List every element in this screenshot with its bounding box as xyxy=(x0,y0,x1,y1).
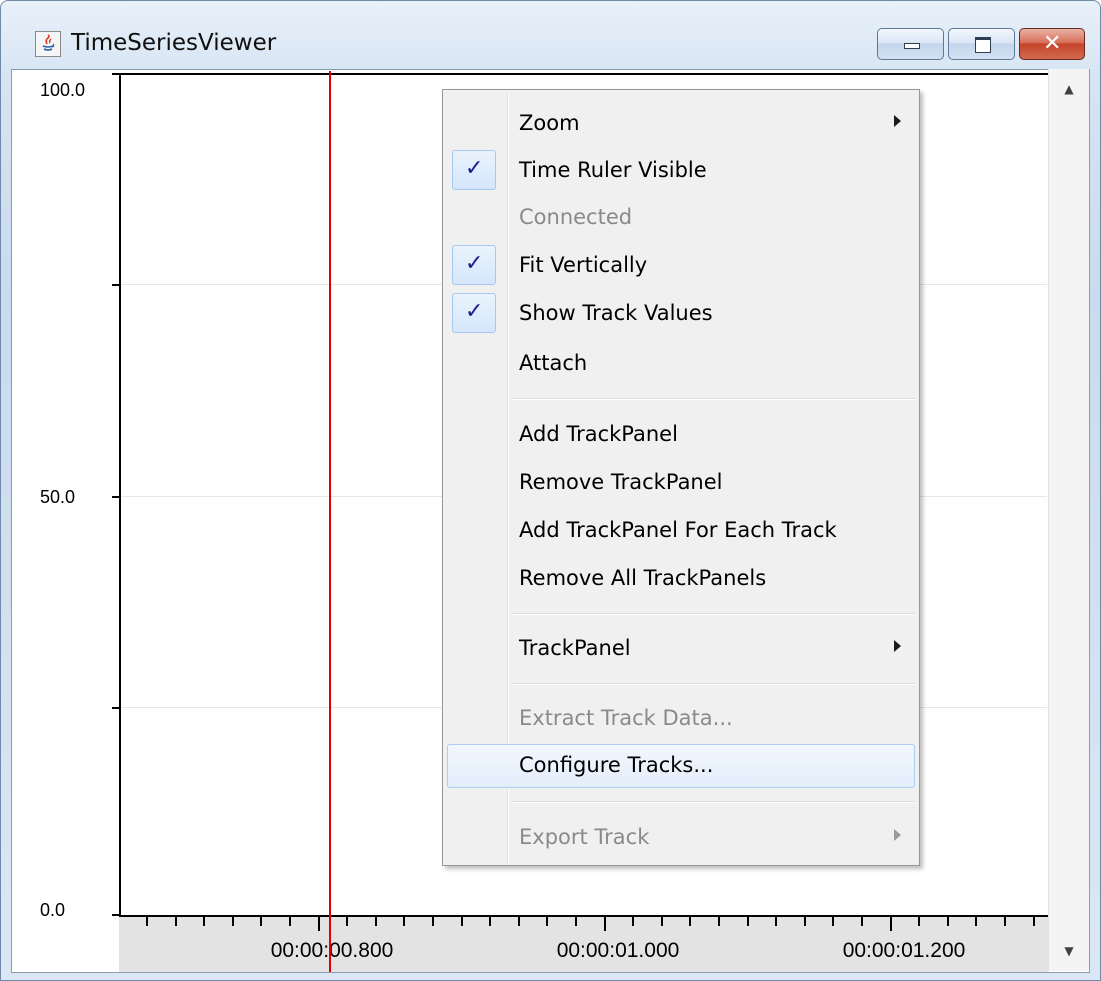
menu-item-label: Connected xyxy=(519,205,633,229)
menu-item-label: Attach xyxy=(519,351,588,375)
menu-item-label: Fit Vertically xyxy=(519,253,648,277)
menu-separator xyxy=(511,683,915,685)
time-ruler-tick xyxy=(203,917,205,926)
time-ruler-label: 00:00:00.800 xyxy=(270,939,394,962)
close-button[interactable]: ✕ xyxy=(1019,28,1085,60)
menu-item-label: Remove All TrackPanels xyxy=(519,566,767,590)
submenu-arrow-icon xyxy=(894,640,901,652)
time-ruler-tick xyxy=(375,917,377,926)
minimize-button[interactable] xyxy=(877,28,944,60)
time-ruler-tick xyxy=(804,917,806,926)
time-ruler-tick xyxy=(260,917,262,926)
menu-item-time-ruler-visible[interactable]: ✓ Time Ruler Visible xyxy=(447,149,915,193)
x-axis xyxy=(119,915,1048,917)
time-ruler-tick xyxy=(489,917,491,926)
time-ruler-tick xyxy=(546,917,548,926)
menu-item-configure-tracks[interactable]: Configure Tracks... xyxy=(447,744,915,788)
time-ruler-tick xyxy=(918,917,920,926)
time-ruler-tick xyxy=(689,917,691,926)
menu-item-connected: Connected xyxy=(447,196,915,240)
menu-item-label: Export Track xyxy=(519,825,650,849)
menu-item-label: Zoom xyxy=(519,111,580,135)
time-ruler-tick xyxy=(975,917,977,926)
y-tick-label: 100.0 xyxy=(40,80,86,100)
menu-item-show-track-values[interactable]: ✓ Show Track Values xyxy=(447,292,915,336)
y-tick xyxy=(112,707,120,709)
time-ruler-tick xyxy=(403,917,405,926)
menu-item-add-trackpanel[interactable]: Add TrackPanel xyxy=(447,413,915,457)
time-cursor-line[interactable] xyxy=(329,71,331,972)
plot-top-border xyxy=(119,73,1048,75)
checkmark-icon: ✓ xyxy=(452,150,496,190)
menu-item-remove-all-trackpanels[interactable]: Remove All TrackPanels xyxy=(447,557,915,601)
time-ruler-tick xyxy=(747,917,749,926)
maximize-icon xyxy=(975,37,991,53)
time-ruler-tick xyxy=(346,917,348,926)
menu-item-label: TrackPanel xyxy=(519,636,631,660)
menu-item-remove-trackpanel[interactable]: Remove TrackPanel xyxy=(447,461,915,505)
scroll-up-arrow-icon[interactable]: ▲ xyxy=(1049,69,1089,109)
y-tick xyxy=(112,284,120,286)
menu-item-export-track: Export Track xyxy=(447,816,915,860)
minimize-icon xyxy=(904,43,920,49)
time-ruler-tick xyxy=(461,917,463,926)
menu-item-label: Add TrackPanel xyxy=(519,422,678,446)
menu-item-fit-vertically[interactable]: ✓ Fit Vertically xyxy=(447,244,915,288)
time-ruler-label: 00:00:01.000 xyxy=(556,939,680,962)
menu-item-add-trackpanel-for-each-track[interactable]: Add TrackPanel For Each Track xyxy=(447,509,915,553)
menu-item-label: Extract Track Data... xyxy=(519,706,733,730)
menu-item-label: Configure Tracks... xyxy=(519,753,714,777)
submenu-arrow-icon xyxy=(894,829,901,841)
time-ruler-tick xyxy=(232,917,234,926)
menu-item-zoom[interactable]: Zoom xyxy=(447,102,915,146)
time-ruler-tick xyxy=(861,917,863,926)
window-title: TimeSeriesViewer xyxy=(71,30,277,56)
time-ruler-tick xyxy=(775,917,777,926)
y-tick-label: 50.0 xyxy=(40,487,76,507)
time-ruler-tick xyxy=(146,917,148,926)
menu-item-label: Remove TrackPanel xyxy=(519,470,723,494)
time-ruler-tick xyxy=(1033,917,1035,926)
scroll-down-arrow-icon[interactable]: ▼ xyxy=(1049,931,1089,971)
vertical-scrollbar[interactable]: ▲ ▼ xyxy=(1048,69,1089,971)
java-icon[interactable] xyxy=(35,31,61,57)
checkmark-icon: ✓ xyxy=(452,245,496,285)
menu-item-trackpanel[interactable]: TrackPanel xyxy=(447,627,915,671)
menu-item-attach[interactable]: Attach xyxy=(447,342,915,386)
title-bar[interactable]: TimeSeriesViewer ✕ xyxy=(1,1,1101,71)
y-tick-label: 0.0 xyxy=(40,900,66,920)
time-ruler-tick xyxy=(718,917,720,926)
context-menu: Zoom ✓ Time Ruler Visible Connected ✓ Fi… xyxy=(442,89,920,866)
menu-item-label: Time Ruler Visible xyxy=(519,158,707,182)
time-ruler-tick xyxy=(661,917,663,926)
time-ruler-tick xyxy=(832,917,834,926)
time-ruler-tick xyxy=(632,917,634,926)
maximize-button[interactable] xyxy=(948,28,1015,60)
time-ruler-tick xyxy=(575,917,577,926)
menu-separator xyxy=(511,613,915,615)
checkmark-icon: ✓ xyxy=(452,293,496,333)
menu-separator xyxy=(511,398,915,400)
time-ruler-tick xyxy=(289,917,291,926)
time-ruler-label: 00:00:01.200 xyxy=(842,939,966,962)
menu-item-label: Show Track Values xyxy=(519,301,713,325)
time-ruler-tick xyxy=(432,917,434,926)
menu-separator xyxy=(511,801,915,803)
time-ruler-tick xyxy=(175,917,177,926)
time-ruler-tick xyxy=(1004,917,1006,926)
submenu-arrow-icon xyxy=(894,115,901,127)
time-ruler-tick xyxy=(318,917,320,931)
time-ruler-tick xyxy=(890,917,892,931)
y-tick xyxy=(112,73,120,75)
time-ruler-tick xyxy=(947,917,949,926)
close-icon: ✕ xyxy=(1043,31,1062,56)
y-tick xyxy=(112,496,120,498)
time-ruler-tick xyxy=(518,917,520,926)
time-ruler-tick xyxy=(604,917,606,931)
menu-item-extract-track-data: Extract Track Data... xyxy=(447,697,915,741)
menu-item-label: Add TrackPanel For Each Track xyxy=(519,518,837,542)
